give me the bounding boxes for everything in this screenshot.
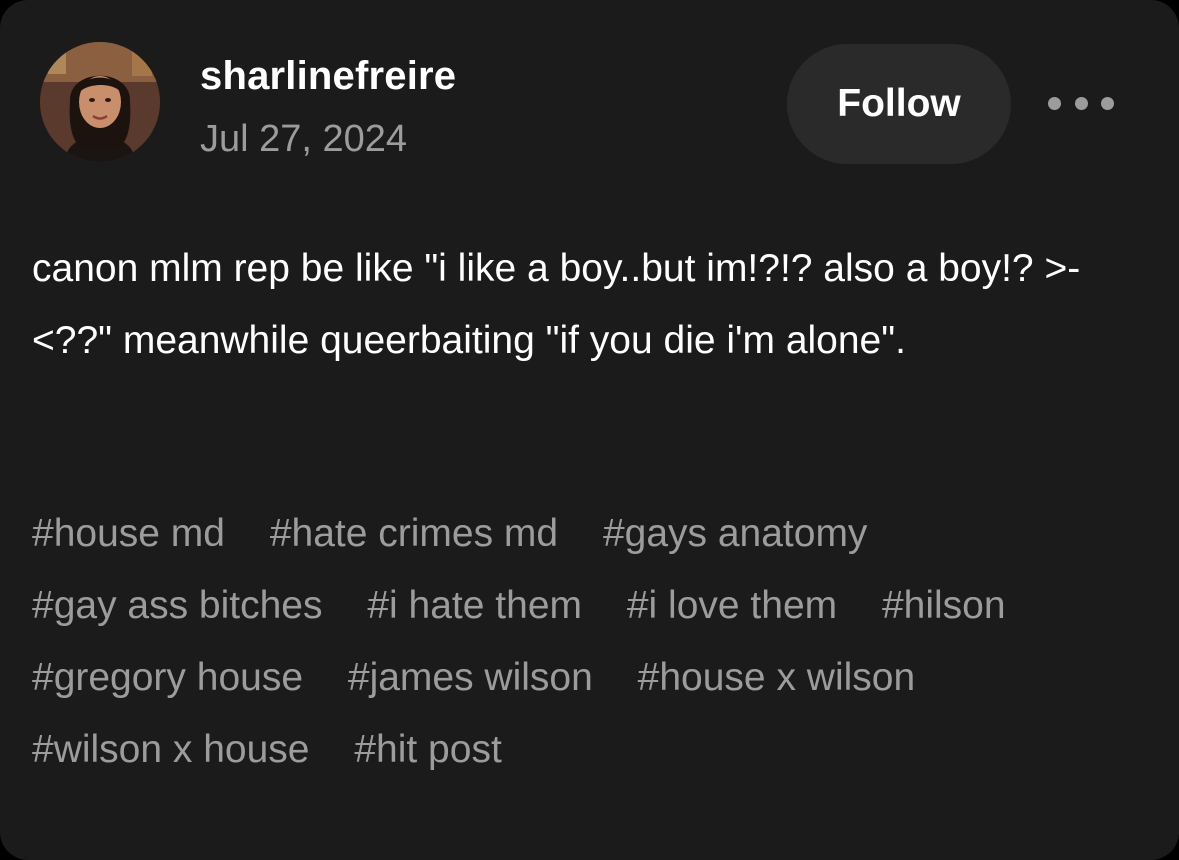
- tag-link[interactable]: #i hate them: [367, 584, 582, 627]
- avatar-photo: [40, 42, 160, 162]
- tag-link[interactable]: #gay ass bitches: [32, 584, 323, 627]
- dot-icon: [1074, 96, 1088, 110]
- dot-icon: [1048, 96, 1061, 110]
- tag-link[interactable]: #hate crimes md: [270, 512, 558, 555]
- tag-list: #house md #hate crimes md #gays anatomy …: [32, 498, 1147, 786]
- post-date[interactable]: Jul 27, 2024: [200, 114, 407, 164]
- username[interactable]: sharlinefreire: [200, 50, 456, 102]
- tag-link[interactable]: #gregory house: [32, 656, 303, 699]
- tag-link[interactable]: #house x wilson: [638, 656, 916, 699]
- tag-link[interactable]: #hilson: [882, 584, 1006, 627]
- more-options-icon[interactable]: [1048, 84, 1114, 122]
- tag-link[interactable]: #house md: [32, 512, 225, 555]
- follow-button[interactable]: Follow: [787, 44, 1011, 164]
- post-body-text: canon mlm rep be like "i like a boy..but…: [32, 247, 1081, 362]
- avatar[interactable]: [40, 42, 160, 162]
- dot-icon: [1101, 96, 1114, 110]
- tag-link[interactable]: #hit post: [354, 728, 501, 771]
- post-card: sharlinefreire Jul 27, 2024 Follow canon…: [0, 0, 1179, 860]
- tag-link[interactable]: #gays anatomy: [603, 512, 868, 555]
- tag-link[interactable]: #i love them: [627, 584, 837, 627]
- tag-link[interactable]: #wilson x house: [32, 728, 310, 771]
- tag-link[interactable]: #james wilson: [348, 656, 593, 699]
